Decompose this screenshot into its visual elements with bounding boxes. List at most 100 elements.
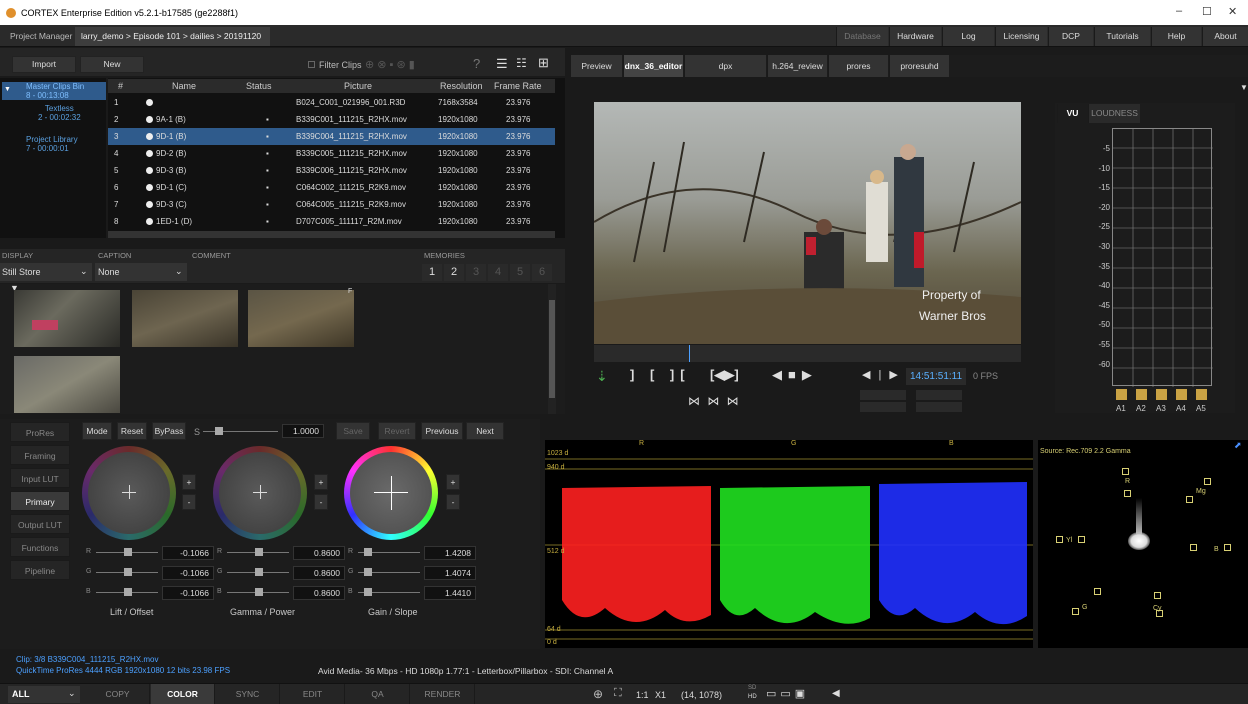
memory-4[interactable]: 4 <box>488 264 508 281</box>
lift-plus-button[interactable]: + <box>182 474 196 490</box>
side-primary[interactable]: Primary <box>10 491 70 511</box>
menu-log[interactable]: Log <box>942 27 994 46</box>
display-select[interactable]: Still Store ⌄ <box>0 263 92 281</box>
slider-handle[interactable] <box>124 548 132 556</box>
menu-database[interactable]: Database <box>836 27 888 46</box>
channel-value[interactable]: 1.4074 <box>424 566 476 580</box>
scale-level[interactable]: X1 <box>655 690 666 700</box>
help-icon[interactable]: ? <box>473 56 480 71</box>
menu-tutorials[interactable]: Tutorials <box>1094 27 1150 46</box>
menu-about[interactable]: About <box>1202 27 1248 46</box>
side-pipeline[interactable]: Pipeline <box>10 560 70 580</box>
table-row[interactable]: 4 9D-2 (B) B339C005_111215_R2HX.mov 1920x10… <box>108 145 555 162</box>
col-number[interactable]: # <box>118 81 123 91</box>
slider-handle[interactable] <box>124 568 132 576</box>
tab-edit[interactable]: EDIT <box>281 684 345 704</box>
still-store-scrollbar[interactable] <box>548 284 556 414</box>
maximize-button[interactable]: ☐ <box>1202 5 1212 18</box>
channel-slider[interactable] <box>227 548 289 556</box>
table-row[interactable]: 6 9D-1 (C) C064C002_111215_R2K9.mov 1920x10… <box>108 179 555 196</box>
channel-slider[interactable] <box>227 568 289 576</box>
memory-5[interactable]: 5 <box>510 264 530 281</box>
col-resolution[interactable]: Resolution <box>440 81 483 91</box>
aux-field-1[interactable] <box>860 390 906 400</box>
memory-2[interactable]: 2 <box>444 264 464 281</box>
table-row[interactable]: 5 9D-3 (B) B339C006_111215_R2HX.mov 1920x10… <box>108 162 555 179</box>
gain-plus-button[interactable]: + <box>446 474 460 490</box>
slider-handle[interactable] <box>124 588 132 596</box>
channel-value[interactable]: 1.4410 <box>424 586 476 600</box>
channel-slider[interactable] <box>96 588 158 596</box>
thumbnail-4[interactable] <box>14 356 120 413</box>
tab-dnx36[interactable]: dnx_36_editor <box>623 55 683 77</box>
slider-handle[interactable] <box>255 568 263 576</box>
menu-help[interactable]: Help <box>1151 27 1201 46</box>
save-button[interactable]: Save <box>336 422 370 440</box>
saturation-value[interactable]: 1.0000 <box>282 424 324 438</box>
tab-loudness[interactable]: LOUDNESS <box>1088 104 1140 123</box>
memory-3[interactable]: 3 <box>466 264 486 281</box>
slider-handle[interactable] <box>364 548 372 556</box>
mark-buttons[interactable]: ] [ ][ <box>630 367 691 382</box>
revert-button[interactable]: Revert <box>378 422 416 440</box>
tab-qa[interactable]: QA <box>346 684 410 704</box>
menu-hardware[interactable]: Hardware <box>889 27 941 46</box>
gamma-minus-button[interactable]: - <box>314 494 328 510</box>
loop-icons[interactable]: ⋈ ⋈ ⋈ <box>688 394 741 408</box>
tab-copy[interactable]: COPY <box>86 684 150 704</box>
zoom-level[interactable]: 1:1 <box>636 690 649 700</box>
workspace-filter[interactable]: ALL ⌄ <box>8 686 80 703</box>
channel-value[interactable]: 0.8600 <box>293 586 345 600</box>
tab-sync[interactable]: SYNC <box>216 684 280 704</box>
jump-buttons[interactable]: [◀▶] <box>710 367 739 383</box>
play-controls[interactable]: ◀■▶ <box>772 367 818 383</box>
minimize-button[interactable]: – <box>1176 5 1182 17</box>
table-row[interactable]: 1 B024_C001_021996_001.R3D 7168x3584 23.976 <box>108 94 555 111</box>
tab-dpx[interactable]: dpx <box>684 55 766 77</box>
gamma-plus-button[interactable]: + <box>314 474 328 490</box>
sd-option[interactable]: SD <box>748 685 756 691</box>
channel-value[interactable]: -0.1066 <box>162 546 214 560</box>
channel-value[interactable]: -0.1066 <box>162 566 214 580</box>
side-input-lut[interactable]: Input LUT <box>10 468 70 488</box>
tab-color[interactable]: COLOR <box>151 684 215 704</box>
viewer-menu-icon[interactable]: ▼ <box>1240 83 1248 92</box>
channel-slider[interactable] <box>358 568 420 576</box>
channel-slider[interactable] <box>227 588 289 596</box>
timeline-scrubber[interactable] <box>594 345 1021 362</box>
channel-slider[interactable] <box>358 588 420 596</box>
table-row[interactable]: 3 9D-1 (B) B339C004_111215_R2HX.mov 1920x10… <box>108 128 555 145</box>
thumbnail-1[interactable] <box>14 290 120 347</box>
side-output-lut[interactable]: Output LUT <box>10 514 70 534</box>
gain-minus-button[interactable]: - <box>446 494 460 510</box>
col-framerate[interactable]: Frame Rate <box>494 81 542 91</box>
table-row[interactable]: 7 9D-3 (C) C064C005_111215_R2K9.mov 1920x10… <box>108 196 555 213</box>
side-prores[interactable]: ProRes <box>10 422 70 442</box>
mode-button[interactable]: Mode <box>82 422 112 440</box>
filter-checkbox[interactable] <box>308 61 315 68</box>
menu-dcp[interactable]: DCP <box>1048 27 1093 46</box>
breadcrumb-tab[interactable]: larry_demo > Episode 101 > dailies > 201… <box>75 27 270 60</box>
fullscreen-icon[interactable]: ⛶ <box>614 687 622 700</box>
import-button[interactable]: Import <box>12 56 76 73</box>
channel-value[interactable]: 1.4208 <box>424 546 476 560</box>
close-button[interactable]: ✕ <box>1228 5 1237 18</box>
channel-slider[interactable] <box>96 548 158 556</box>
hd-option[interactable]: HD <box>748 694 757 700</box>
tab-vu[interactable]: VU <box>1057 104 1087 123</box>
slider-handle[interactable] <box>364 588 372 596</box>
tab-prores[interactable]: prores <box>828 55 888 77</box>
filter-icon-1[interactable]: ⊕ ⊗ ▪ ⊛ ▮ <box>365 58 415 71</box>
lift-minus-button[interactable]: - <box>182 494 196 510</box>
aux-field-4[interactable] <box>916 402 962 412</box>
memory-1[interactable]: 1 <box>422 264 442 281</box>
project-manager-tab[interactable]: Project Manager <box>4 27 78 46</box>
aspect-icons[interactable]: ▭▭▣ <box>766 687 809 700</box>
thumbnail-3[interactable] <box>248 290 354 347</box>
channel-value[interactable]: 0.8600 <box>293 566 345 580</box>
lift-wheel[interactable] <box>82 446 176 540</box>
download-icon[interactable]: ⇣ <box>596 368 608 385</box>
next-button[interactable]: Next <box>466 422 504 440</box>
step-buttons[interactable]: ◀|▶ <box>862 368 906 381</box>
safe-area-icon[interactable]: ⊕ <box>593 687 603 701</box>
